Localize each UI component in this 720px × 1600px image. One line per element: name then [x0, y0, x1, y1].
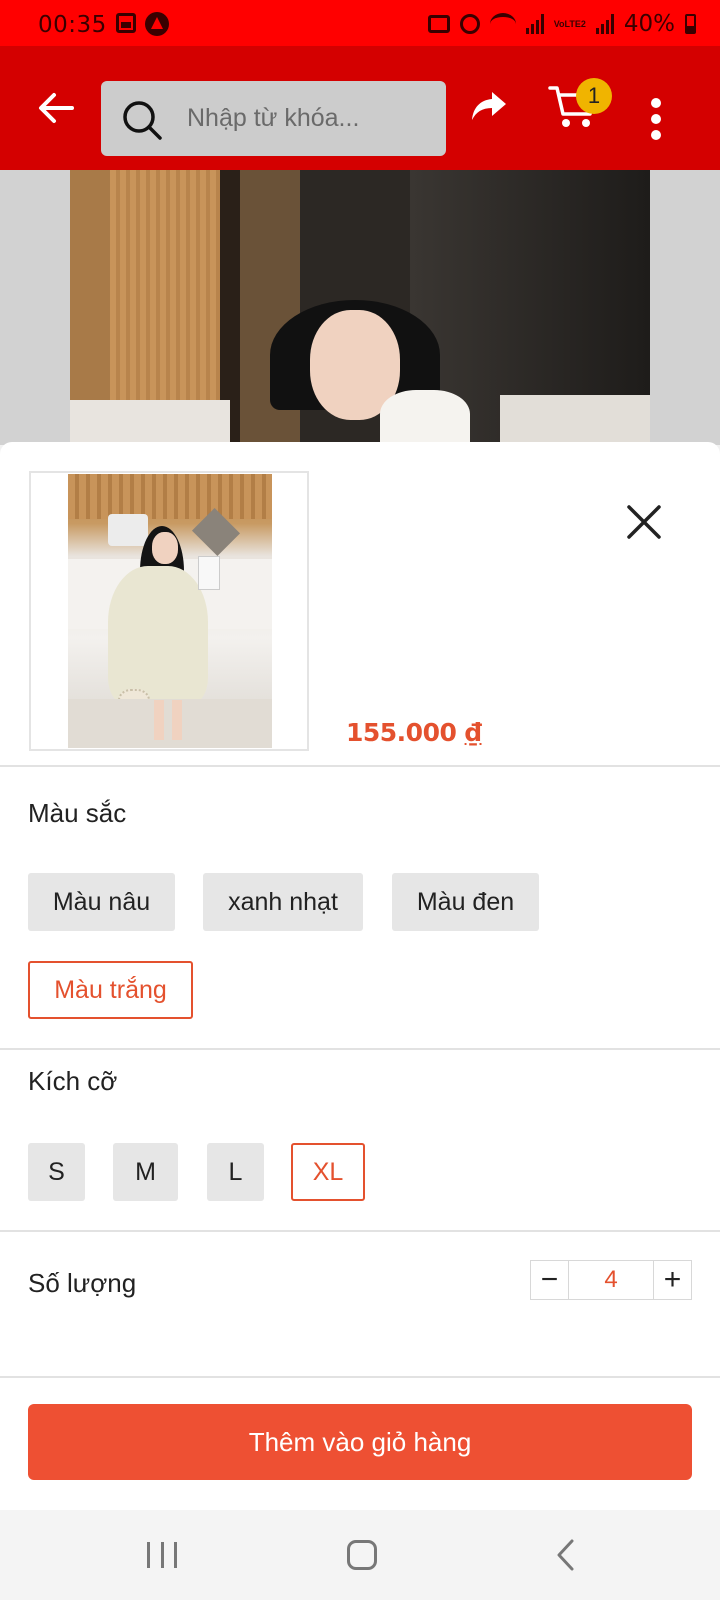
signal-2-icon [595, 14, 614, 34]
search-bar[interactable] [101, 81, 446, 156]
home-icon[interactable] [347, 1540, 377, 1570]
battery-icon [685, 14, 696, 34]
product-price: 155.000 ₫ [346, 718, 482, 747]
recent-apps-icon[interactable] [147, 1542, 177, 1568]
back-arrow-icon[interactable] [36, 90, 76, 126]
divider [0, 1230, 720, 1232]
price-currency: ₫ [464, 718, 482, 747]
status-indicators: VoLTE2 40% [427, 11, 696, 37]
product-thumbnail [29, 471, 309, 751]
color-option-white[interactable]: Màu trắng [28, 961, 193, 1019]
quantity-label: Số lượng [28, 1268, 137, 1298]
variant-selector-sheet: 155.000 ₫ Màu sắc Màu nâu xanh nhạt Màu … [0, 442, 720, 1510]
battery-percent: 40% [623, 11, 675, 37]
status-time: 00:35 [38, 12, 107, 38]
size-option-s[interactable]: S [28, 1143, 85, 1201]
product-image-background [0, 170, 720, 445]
quantity-stepper: − 4 + [530, 1260, 692, 1300]
system-nav-bar [0, 1510, 720, 1600]
color-option-light-blue[interactable]: xanh nhạt [203, 873, 363, 931]
size-option-xl[interactable]: XL [291, 1143, 365, 1201]
divider [0, 1376, 720, 1378]
divider [0, 1048, 720, 1050]
quantity-value[interactable]: 4 [569, 1261, 653, 1299]
add-to-cart-button[interactable]: Thêm vào giỏ hàng [28, 1404, 692, 1480]
price-value: 155.000 [346, 718, 457, 747]
search-input[interactable] [187, 81, 437, 156]
cart-count-badge: 1 [576, 78, 612, 114]
color-option-black[interactable]: Màu đen [392, 873, 539, 931]
product-thumbnail-photo [68, 474, 272, 748]
color-section-label: Màu sắc [28, 798, 127, 828]
more-vertical-icon[interactable] [648, 98, 664, 142]
volte-label: VoLTE2 [553, 18, 586, 29]
sleep-mode-icon [427, 15, 450, 33]
search-icon [123, 101, 162, 140]
app-header: 1 [0, 46, 720, 170]
status-bar: 00:35 VoLTE2 40% [0, 0, 720, 46]
color-option-brown[interactable]: Màu nâu [28, 873, 175, 931]
wifi-icon [489, 13, 516, 35]
size-option-l[interactable]: L [207, 1143, 264, 1201]
share-icon[interactable] [468, 86, 510, 126]
product-photo [70, 170, 650, 445]
minus-icon[interactable]: − [531, 1261, 569, 1299]
plus-icon[interactable]: + [653, 1261, 691, 1299]
app-notification-icon [145, 12, 169, 36]
signal-1-icon [525, 14, 544, 34]
size-section-label: Kích cỡ [28, 1066, 118, 1096]
alarm-icon [459, 14, 480, 34]
gallery-notification-icon [116, 13, 136, 33]
size-option-m[interactable]: M [113, 1143, 178, 1201]
system-back-icon[interactable] [552, 1538, 582, 1572]
divider [0, 765, 720, 767]
close-icon[interactable] [624, 502, 664, 542]
